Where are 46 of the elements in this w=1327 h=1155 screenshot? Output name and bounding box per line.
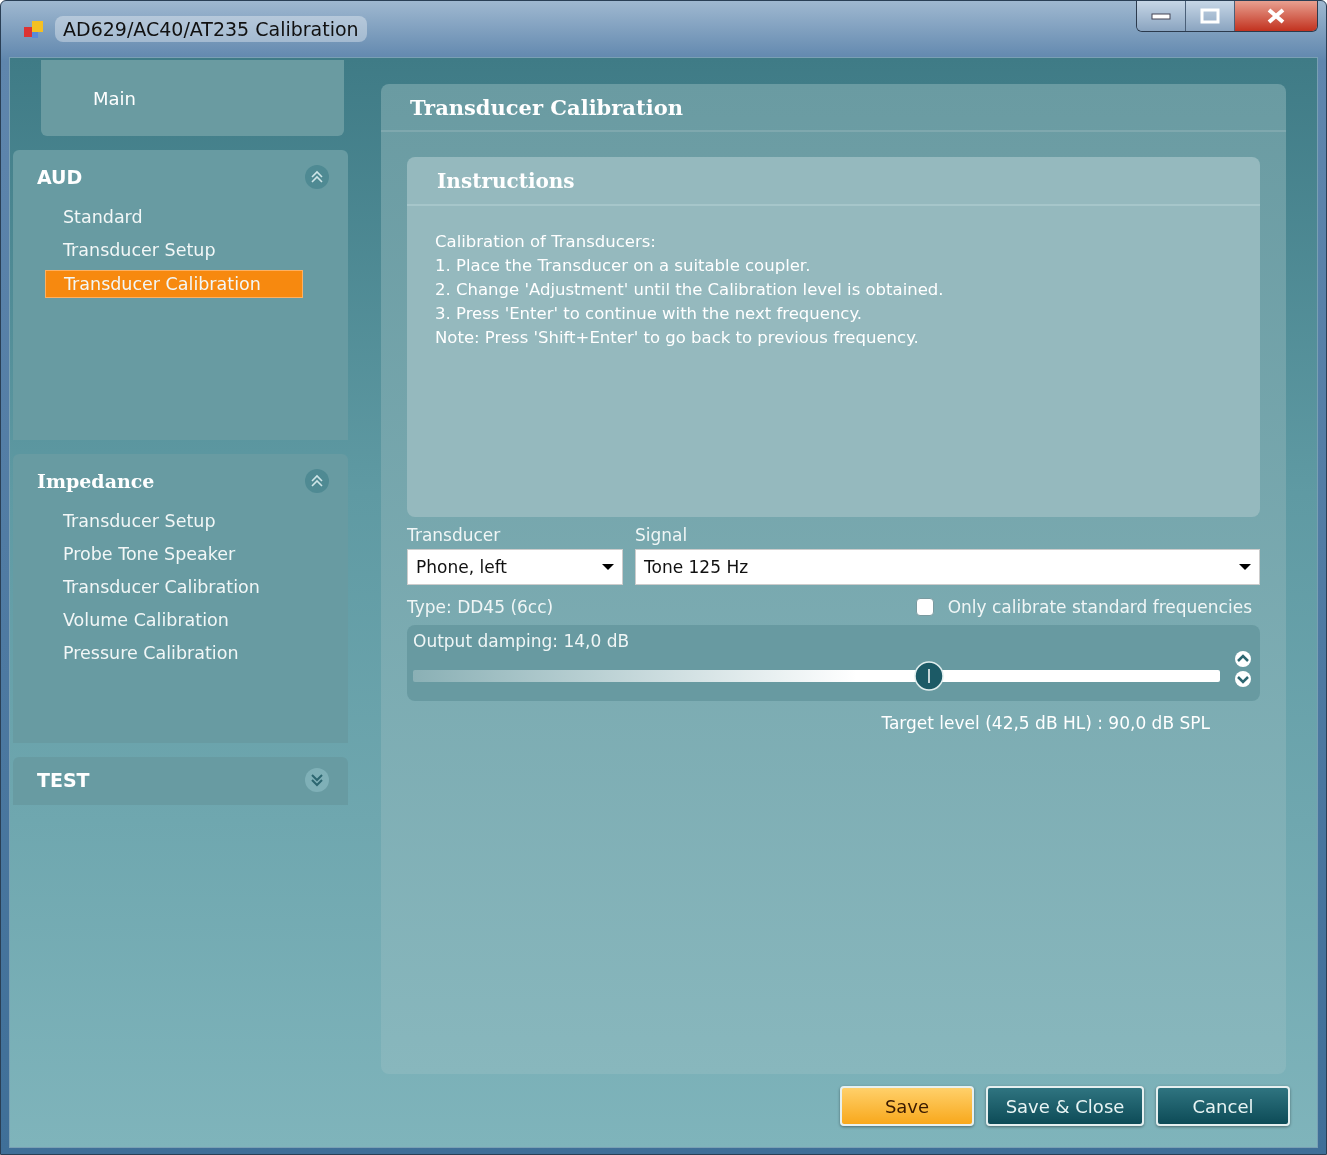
target-level: Target level (42,5 dB HL) : 90,0 dB SPL <box>881 713 1210 733</box>
spin-arrows-icon[interactable] <box>1232 649 1254 689</box>
caret-icon <box>602 563 614 571</box>
slider-label: Output damping: 14,0 dB <box>413 631 630 651</box>
caret-icon <box>1239 563 1251 571</box>
sidebar-item[interactable]: Transducer Setup <box>45 508 234 534</box>
sidebar-item[interactable]: Transducer Calibration <box>45 574 278 600</box>
section-title: AUD <box>37 166 83 188</box>
panel-title: Transducer Calibration <box>410 94 683 120</box>
instructions-title: Instructions <box>437 168 575 193</box>
minimize-button[interactable] <box>1137 1 1186 31</box>
maximize-icon <box>1200 8 1220 24</box>
sidebar-item[interactable]: Transducer Setup <box>45 237 234 263</box>
signal-dropdown[interactable]: Tone 125 Hz <box>635 549 1260 585</box>
save-button[interactable]: Save <box>840 1086 974 1126</box>
sidebar-item[interactable]: Transducer Calibration <box>45 270 303 298</box>
expand-chevron-icon[interactable] <box>304 767 330 793</box>
collapse-chevron-icon[interactable] <box>304 164 330 190</box>
field-label: Signal <box>635 525 689 545</box>
minimize-icon <box>1151 12 1171 20</box>
main-tab[interactable]: Main <box>41 60 344 136</box>
sidebar-item[interactable]: Volume Calibration <box>45 607 247 633</box>
instruction-line: Calibration of Transducers: <box>435 231 657 253</box>
transducer-dropdown[interactable]: Phone, left <box>407 549 623 585</box>
checkbox[interactable] <box>915 598 934 616</box>
window-title: AD629/AC40/AT235 Calibration <box>55 16 367 42</box>
section-title: TEST <box>37 769 90 791</box>
dialog-button[interactable]: Save & Close <box>986 1086 1144 1126</box>
dialog-button[interactable]: Cancel <box>1156 1086 1290 1126</box>
field-label: Transducer <box>407 525 502 545</box>
slider-thumb[interactable] <box>914 661 945 691</box>
maximize-button[interactable] <box>1186 1 1235 31</box>
collapse-chevron-icon[interactable] <box>304 468 330 494</box>
instruction-line: 3. Press 'Enter' to continue with the next frequency. <box>435 303 864 325</box>
sidebar-item[interactable]: Standard <box>45 204 161 230</box>
close-button[interactable] <box>1235 1 1317 31</box>
app-icon <box>23 18 45 40</box>
instruction-line: 2. Change 'Adjustment' until the Calibration level is obtained. <box>435 279 945 301</box>
instruction-line: 1. Place the Transducer on a suitable coupler. <box>435 255 812 277</box>
checkbox-label: Only calibrate standard frequencies <box>947 597 1252 617</box>
sidebar-item[interactable]: Pressure Calibration <box>45 640 257 666</box>
close-icon <box>1265 7 1287 25</box>
section-title: Impedance <box>37 470 155 492</box>
instruction-line: Note: Press 'Shift+Enter' to go back to previous frequency. <box>435 327 920 349</box>
type-label: Type: DD45 (6cc) <box>407 597 554 617</box>
sidebar-item[interactable]: Probe Tone Speaker <box>45 541 254 567</box>
